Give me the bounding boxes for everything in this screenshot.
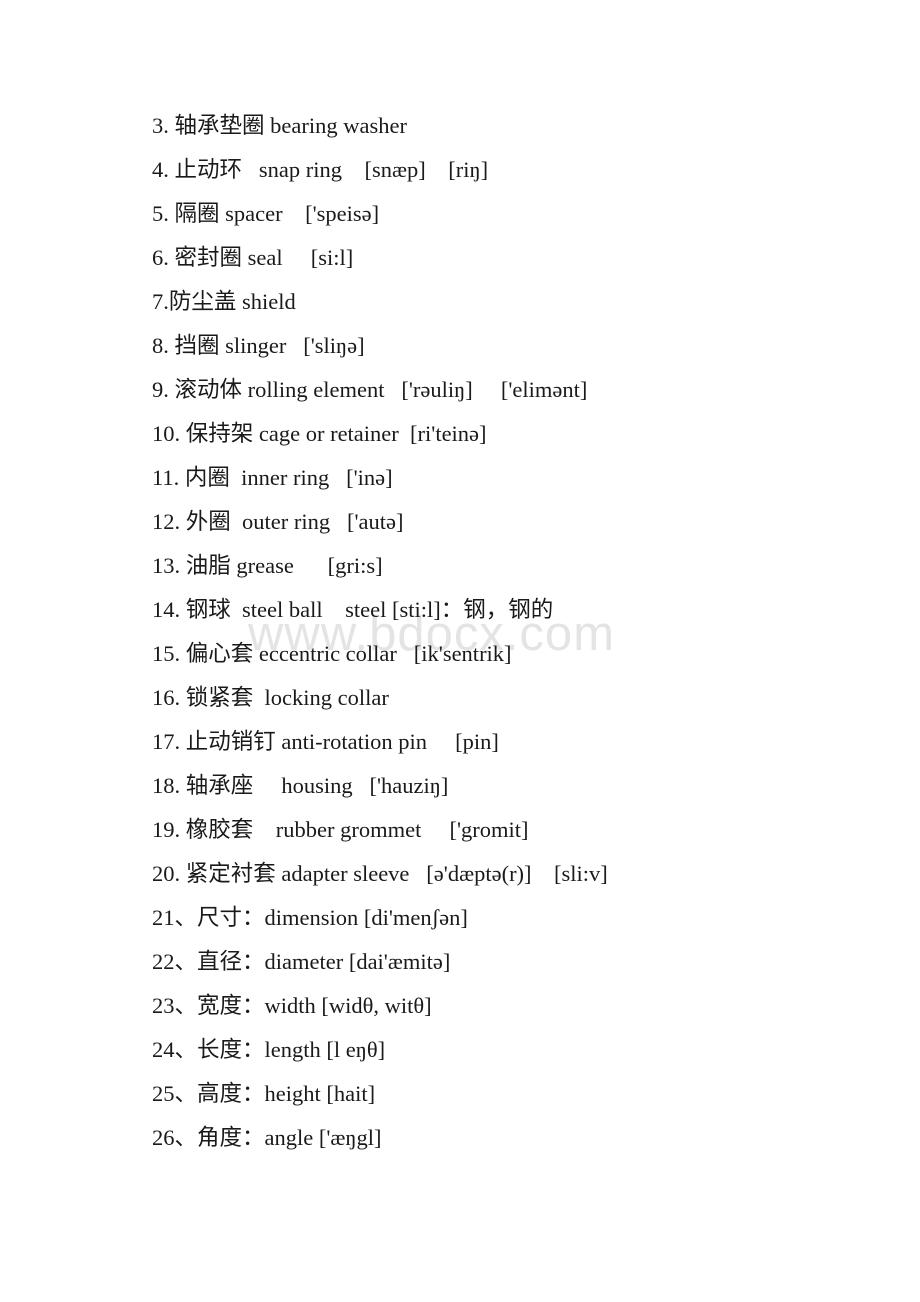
list-item: 19. 橡胶套 rubber grommet ['gromit] (152, 817, 529, 842)
list-item: 21、尺寸：dimension [di'menʃən] (152, 905, 468, 930)
list-item: 18. 轴承座 housing ['hauziŋ] (152, 773, 449, 798)
list-item: 15. 偏心套 eccentric collar [ik'sentrik] (152, 641, 512, 666)
list-item: 14. 钢球 steel ball steel [sti:l]：钢，钢的 (152, 597, 554, 622)
list-item: 24、长度：length [l eŋθ] (152, 1037, 386, 1062)
list-item: 20. 紧定衬套 adapter sleeve [ə'dæptə(r)] [sl… (152, 861, 608, 886)
list-item: 3. 轴承垫圈 bearing washer (152, 113, 407, 138)
list-item: 7.防尘盖 shield (152, 289, 296, 314)
list-item: 22、直径：diameter [dai'æmitə] (152, 949, 451, 974)
list-item: 10. 保持架 cage or retainer [ri'teinə] (152, 421, 487, 446)
list-item: 13. 油脂 grease [gri:s] (152, 553, 383, 578)
list-item: 11. 内圈 inner ring ['inə] (152, 465, 393, 490)
vocabulary-list: 3. 轴承垫圈 bearing washer 4. 止动环 snap ring … (0, 0, 920, 1248)
list-item: 16. 锁紧套 locking collar (152, 685, 389, 710)
list-item (152, 1204, 920, 1248)
list-item: 4. 止动环 snap ring [snæp] [riŋ] (152, 157, 489, 182)
list-item: 17. 止动销钉 anti-rotation pin [pin] (152, 729, 499, 754)
list-item: 8. 挡圈 slinger ['sliŋə] (152, 333, 365, 358)
list-item: 23、宽度：width [widθ, witθ] (152, 993, 432, 1018)
list-item: 9. 滚动体 rolling element ['rəuliŋ] ['elimə… (152, 377, 588, 402)
list-item: 25、高度：height [hait] (152, 1081, 376, 1106)
list-item (152, 1160, 920, 1204)
list-item: 6. 密封圈 seal [si:l] (152, 245, 354, 270)
list-item: 26、角度：angle ['æŋgl] (152, 1125, 382, 1150)
list-item: 5. 隔圈 spacer ['speisə] (152, 201, 380, 226)
document-page: www.bdocx.com 3. 轴承垫圈 bearing washer 4. … (0, 0, 920, 1302)
list-item: 12. 外圈 outer ring ['autə] (152, 509, 404, 534)
